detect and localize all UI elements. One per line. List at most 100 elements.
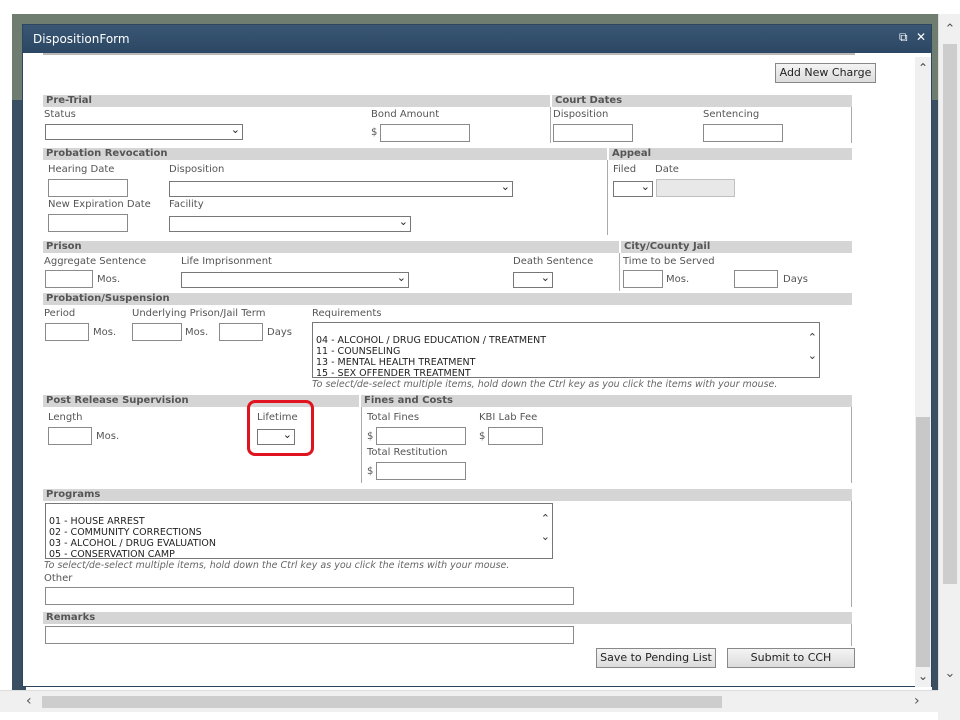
days-unit-label: Days	[783, 274, 808, 285]
jail-months-input[interactable]	[623, 270, 663, 288]
divider	[607, 160, 608, 235]
disposition-dialog: DispositionForm ⧉ ✕ ⌃ ⌄ Add New Charge P…	[22, 24, 932, 687]
divider	[851, 624, 852, 646]
close-icon[interactable]: ✕	[916, 30, 926, 44]
months-unit-label: Mos.	[185, 327, 209, 338]
appeal-filed-select[interactable]: ⌄	[613, 180, 653, 197]
save-to-pending-button[interactable]: Save to Pending List	[596, 648, 716, 668]
chevron-up-icon[interactable]: ⌃	[808, 331, 817, 344]
currency-symbol: $	[371, 127, 378, 138]
disposition-date-label: Disposition	[553, 109, 609, 120]
programs-listbox[interactable]: 01 - HOUSE ARREST 02 - COMMUNITY CORRECT…	[45, 503, 553, 559]
other-label: Other	[44, 573, 73, 584]
currency-symbol: $	[367, 466, 374, 477]
underlying-days-input[interactable]	[219, 323, 263, 341]
section-header-probation-revocation: Probation Revocation	[43, 148, 607, 160]
jail-days-input[interactable]	[734, 270, 778, 288]
list-item[interactable]: 04 - ALCOHOL / DRUG EDUCATION / TREATMEN…	[316, 335, 546, 346]
section-header-appeal: Appeal	[609, 148, 852, 160]
section-header-pretrial: Pre-Trial	[43, 95, 550, 107]
underlying-term-label: Underlying Prison/Jail Term	[132, 308, 266, 319]
death-sentence-select[interactable]: ⌄	[513, 271, 553, 288]
hearing-date-input[interactable]	[48, 179, 128, 197]
list-item[interactable]: 03 - ALCOHOL / DRUG EVALUATION	[49, 538, 216, 549]
dialog-title-bar[interactable]: DispositionForm ⧉ ✕	[23, 25, 931, 53]
new-expiration-date-input[interactable]	[48, 214, 128, 232]
aggregate-sentence-label: Aggregate Sentence	[44, 256, 147, 267]
scrollbar-thumb[interactable]	[916, 417, 930, 667]
status-label: Status	[44, 109, 76, 120]
chevron-down-icon[interactable]: ⌄	[808, 349, 817, 362]
restore-icon[interactable]: ⧉	[899, 30, 908, 45]
total-restitution-input[interactable]	[376, 462, 466, 480]
bond-amount-input[interactable]	[380, 124, 470, 142]
section-header-remarks: Remarks	[43, 612, 852, 624]
requirements-listbox[interactable]: 04 - ALCOHOL / DRUG EDUCATION / TREATMEN…	[312, 322, 820, 378]
chevron-down-icon: ⌄	[230, 123, 240, 136]
currency-symbol: $	[479, 431, 486, 442]
chevron-down-icon[interactable]: ⌄	[541, 530, 550, 543]
section-header-court-dates: Court Dates	[552, 95, 852, 107]
appeal-date-input[interactable]	[656, 179, 735, 197]
sentencing-date-input[interactable]	[703, 124, 783, 142]
life-imprisonment-select[interactable]: ⌄	[181, 271, 409, 288]
kbi-lab-fee-label: KBI Lab Fee	[479, 412, 538, 423]
aggregate-sentence-input[interactable]	[45, 270, 93, 288]
divider	[619, 253, 620, 291]
facility-select[interactable]: ⌄	[169, 215, 411, 232]
kbi-lab-fee-input[interactable]	[488, 427, 543, 445]
highlight-annotation	[247, 400, 314, 456]
chevron-down-icon: ⌄	[398, 215, 408, 228]
bond-amount-label: Bond Amount	[371, 109, 440, 120]
chevron-down-icon: ⌄	[396, 271, 406, 284]
scroll-right-arrow-icon[interactable]: ›	[914, 693, 920, 709]
requirements-label: Requirements	[312, 308, 382, 319]
scrollbar-corner	[938, 690, 960, 720]
add-new-charge-button[interactable]: Add New Charge	[775, 63, 876, 83]
new-expiration-date-label: New Expiration Date	[48, 199, 151, 210]
underlying-months-input[interactable]	[132, 323, 182, 341]
scroll-down-arrow-icon[interactable]: ⌄	[915, 669, 931, 683]
months-unit-label: Mos.	[96, 431, 120, 442]
section-header-probation-suspension: Probation/Suspension	[43, 293, 852, 305]
death-sentence-label: Death Sentence	[513, 256, 594, 267]
divider	[851, 107, 852, 143]
total-restitution-label: Total Restitution	[367, 447, 448, 458]
list-item[interactable]: 01 - HOUSE ARREST	[49, 516, 216, 527]
list-item[interactable]: 15 - SEX OFFENDER TREATMENT	[316, 368, 546, 377]
scrollbar-thumb[interactable]	[42, 696, 722, 708]
total-fines-input[interactable]	[376, 427, 466, 445]
scrollbar-thumb[interactable]	[943, 44, 957, 584]
period-months-input[interactable]	[45, 323, 89, 341]
period-label: Period	[44, 308, 76, 319]
post-release-length-input[interactable]	[48, 427, 92, 445]
remarks-input[interactable]	[45, 626, 574, 644]
dialog-scrollbar[interactable]: ⌃ ⌄	[915, 57, 931, 687]
scroll-up-arrow-icon[interactable]: ⌃	[939, 22, 960, 37]
scroll-down-arrow-icon[interactable]: ⌄	[939, 666, 960, 681]
status-select[interactable]: ⌄	[45, 123, 243, 140]
page-horizontal-scrollbar[interactable]: ‹ ›	[0, 690, 938, 712]
scroll-up-arrow-icon[interactable]: ⌃	[915, 61, 931, 75]
requirements-options: 04 - ALCOHOL / DRUG EDUCATION / TREATMEN…	[316, 335, 546, 377]
list-item[interactable]: 02 - COMMUNITY CORRECTIONS	[49, 527, 216, 538]
disposition-date-input[interactable]	[553, 124, 633, 142]
list-item[interactable]: 13 - MENTAL HEALTH TREATMENT	[316, 357, 546, 368]
disposition-form: Add New Charge Pre-Trial Court Dates Sta…	[43, 53, 876, 685]
divider	[851, 407, 852, 483]
revocation-disposition-label: Disposition	[169, 164, 225, 175]
total-fines-label: Total Fines	[367, 412, 420, 423]
section-header-fines-costs: Fines and Costs	[361, 395, 852, 407]
submit-to-cch-button[interactable]: Submit to CCH	[727, 648, 855, 668]
months-unit-label: Mos.	[93, 327, 117, 338]
revocation-disposition-select[interactable]: ⌄	[169, 180, 513, 197]
sentencing-date-label: Sentencing	[703, 109, 760, 120]
divider	[361, 407, 362, 483]
browser-top	[0, 0, 938, 14]
list-item[interactable]: 11 - COUNSELING	[316, 346, 546, 357]
page-vertical-scrollbar[interactable]: ⌃ ⌄	[938, 14, 960, 690]
list-item[interactable]: 05 - CONSERVATION CAMP	[49, 549, 216, 558]
other-input[interactable]	[45, 587, 574, 605]
scroll-left-arrow-icon[interactable]: ‹	[26, 693, 32, 709]
chevron-up-icon[interactable]: ⌃	[541, 512, 550, 525]
